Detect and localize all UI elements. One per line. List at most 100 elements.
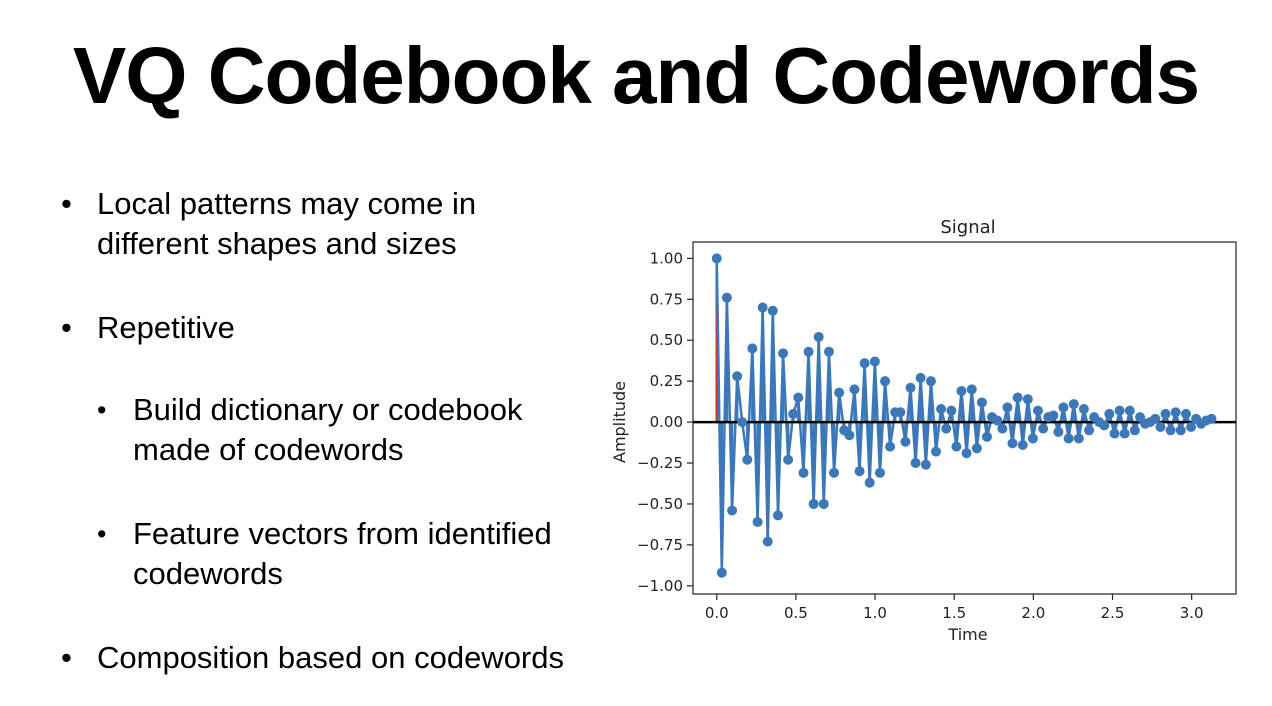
- slide-title: VQ Codebook and Codewords: [72, 31, 1200, 120]
- data-point: [752, 516, 763, 527]
- data-point: [1012, 392, 1023, 403]
- data-point: [767, 305, 778, 316]
- data-point: [783, 454, 794, 465]
- data-point: [946, 405, 957, 416]
- bullet-feature-vectors: • Feature vectors from identified codewo…: [97, 514, 613, 594]
- data-point: [915, 372, 926, 383]
- data-point: [1068, 399, 1079, 410]
- bullet-text-line: Feature vectors from identified: [133, 516, 552, 551]
- data-point: [1180, 408, 1191, 419]
- data-point: [727, 505, 738, 516]
- data-point: [1002, 402, 1013, 413]
- data-point: [941, 423, 952, 434]
- bullet-text-line: made of codewords: [133, 432, 404, 467]
- data-point: [981, 431, 992, 442]
- data-point: [905, 382, 916, 393]
- data-point: [844, 430, 855, 441]
- data-point: [1058, 402, 1069, 413]
- bullet-dot: •: [61, 186, 72, 221]
- data-point: [895, 407, 906, 418]
- bullet-local-patterns: • Local patterns may come in different s…: [61, 184, 597, 264]
- data-point: [997, 423, 1008, 434]
- data-point: [1114, 405, 1125, 416]
- data-point: [956, 385, 967, 396]
- data-point: [925, 376, 936, 387]
- data-point: [854, 466, 865, 477]
- data-point: [813, 331, 824, 342]
- y-tick-label: −1.00: [637, 577, 683, 595]
- data-point: [1109, 428, 1120, 439]
- data-point: [721, 292, 732, 303]
- data-point: [803, 346, 814, 357]
- data-point: [1078, 403, 1089, 414]
- data-point: [747, 343, 758, 354]
- bullet-dot: •: [61, 640, 72, 675]
- data-point: [788, 408, 799, 419]
- data-point: [798, 467, 809, 478]
- data-point: [1063, 433, 1074, 444]
- data-point: [1165, 425, 1176, 436]
- data-point: [931, 446, 942, 457]
- data-point: [818, 498, 829, 509]
- data-point: [778, 348, 789, 359]
- bullet-dot: •: [97, 519, 107, 549]
- data-point: [951, 441, 962, 452]
- bullet-composition: • Composition based on codewords: [61, 638, 657, 678]
- data-point: [823, 346, 834, 357]
- data-point: [829, 467, 840, 478]
- y-tick-label: −0.75: [637, 536, 683, 554]
- data-point: [864, 477, 875, 488]
- y-tick-label: 0.50: [650, 331, 683, 349]
- data-point: [1155, 422, 1166, 433]
- data-point: [966, 384, 977, 395]
- y-tick-label: 0.00: [650, 413, 683, 431]
- data-point: [859, 358, 870, 369]
- data-point: [1032, 405, 1043, 416]
- data-point: [716, 567, 727, 578]
- data-point: [874, 467, 885, 478]
- bullet-text-line: codewords: [133, 556, 283, 591]
- bullet-dot: •: [97, 395, 107, 425]
- data-point: [1099, 420, 1110, 431]
- data-point: [808, 498, 819, 509]
- x-tick-label: 1.0: [863, 604, 887, 622]
- bullet-repetitive: • Repetitive: [61, 308, 597, 348]
- bullet-text-line: Repetitive: [97, 310, 235, 345]
- bullet-text-line: Composition based on codewords: [97, 640, 564, 675]
- bullet-dot: •: [61, 310, 72, 345]
- data-point: [1129, 425, 1140, 436]
- bullet-build-dictionary: • Build dictionary or codebook made of c…: [97, 390, 613, 470]
- data-point: [1119, 428, 1130, 439]
- data-point: [1027, 433, 1038, 444]
- x-axis-label: Time: [947, 625, 987, 644]
- data-point: [711, 253, 722, 264]
- data-point: [737, 417, 748, 428]
- data-point: [961, 448, 972, 459]
- y-tick-label: 0.25: [650, 372, 683, 390]
- x-tick-label: 0.0: [705, 604, 729, 622]
- data-point: [1017, 440, 1028, 451]
- data-point: [762, 536, 773, 547]
- data-point: [834, 387, 845, 398]
- data-point: [1022, 394, 1033, 405]
- bullet-text-line: different shapes and sizes: [97, 226, 457, 261]
- bullet-text-line: Local patterns may come in: [97, 186, 477, 221]
- signal-stem-chart: Signal Time Amplitude 0.0 0.5 1.0 1.5 2.0 2.5…: [610, 217, 1237, 644]
- data-point: [1053, 426, 1064, 437]
- x-tick-label: 1.5: [942, 604, 966, 622]
- bullet-text-line: Build dictionary or codebook: [133, 392, 523, 427]
- data-point: [1048, 410, 1059, 421]
- data-point: [976, 397, 987, 408]
- chart-title: Signal: [940, 217, 995, 238]
- data-point: [1084, 425, 1095, 436]
- y-tick-label: −0.50: [637, 495, 683, 513]
- data-point: [849, 384, 860, 395]
- data-point: [1007, 438, 1018, 449]
- data-point: [900, 436, 911, 447]
- data-point: [1170, 407, 1181, 418]
- data-point: [732, 371, 743, 382]
- data-point: [869, 356, 880, 367]
- plot-area: 0.0 0.5 1.0 1.5 2.0 2.5 3.0 1.00 0.75 0.50 0.25 0.0…: [637, 241, 1237, 622]
- x-tick-label: 2.5: [1101, 604, 1125, 622]
- y-tick-label: −0.25: [637, 454, 683, 472]
